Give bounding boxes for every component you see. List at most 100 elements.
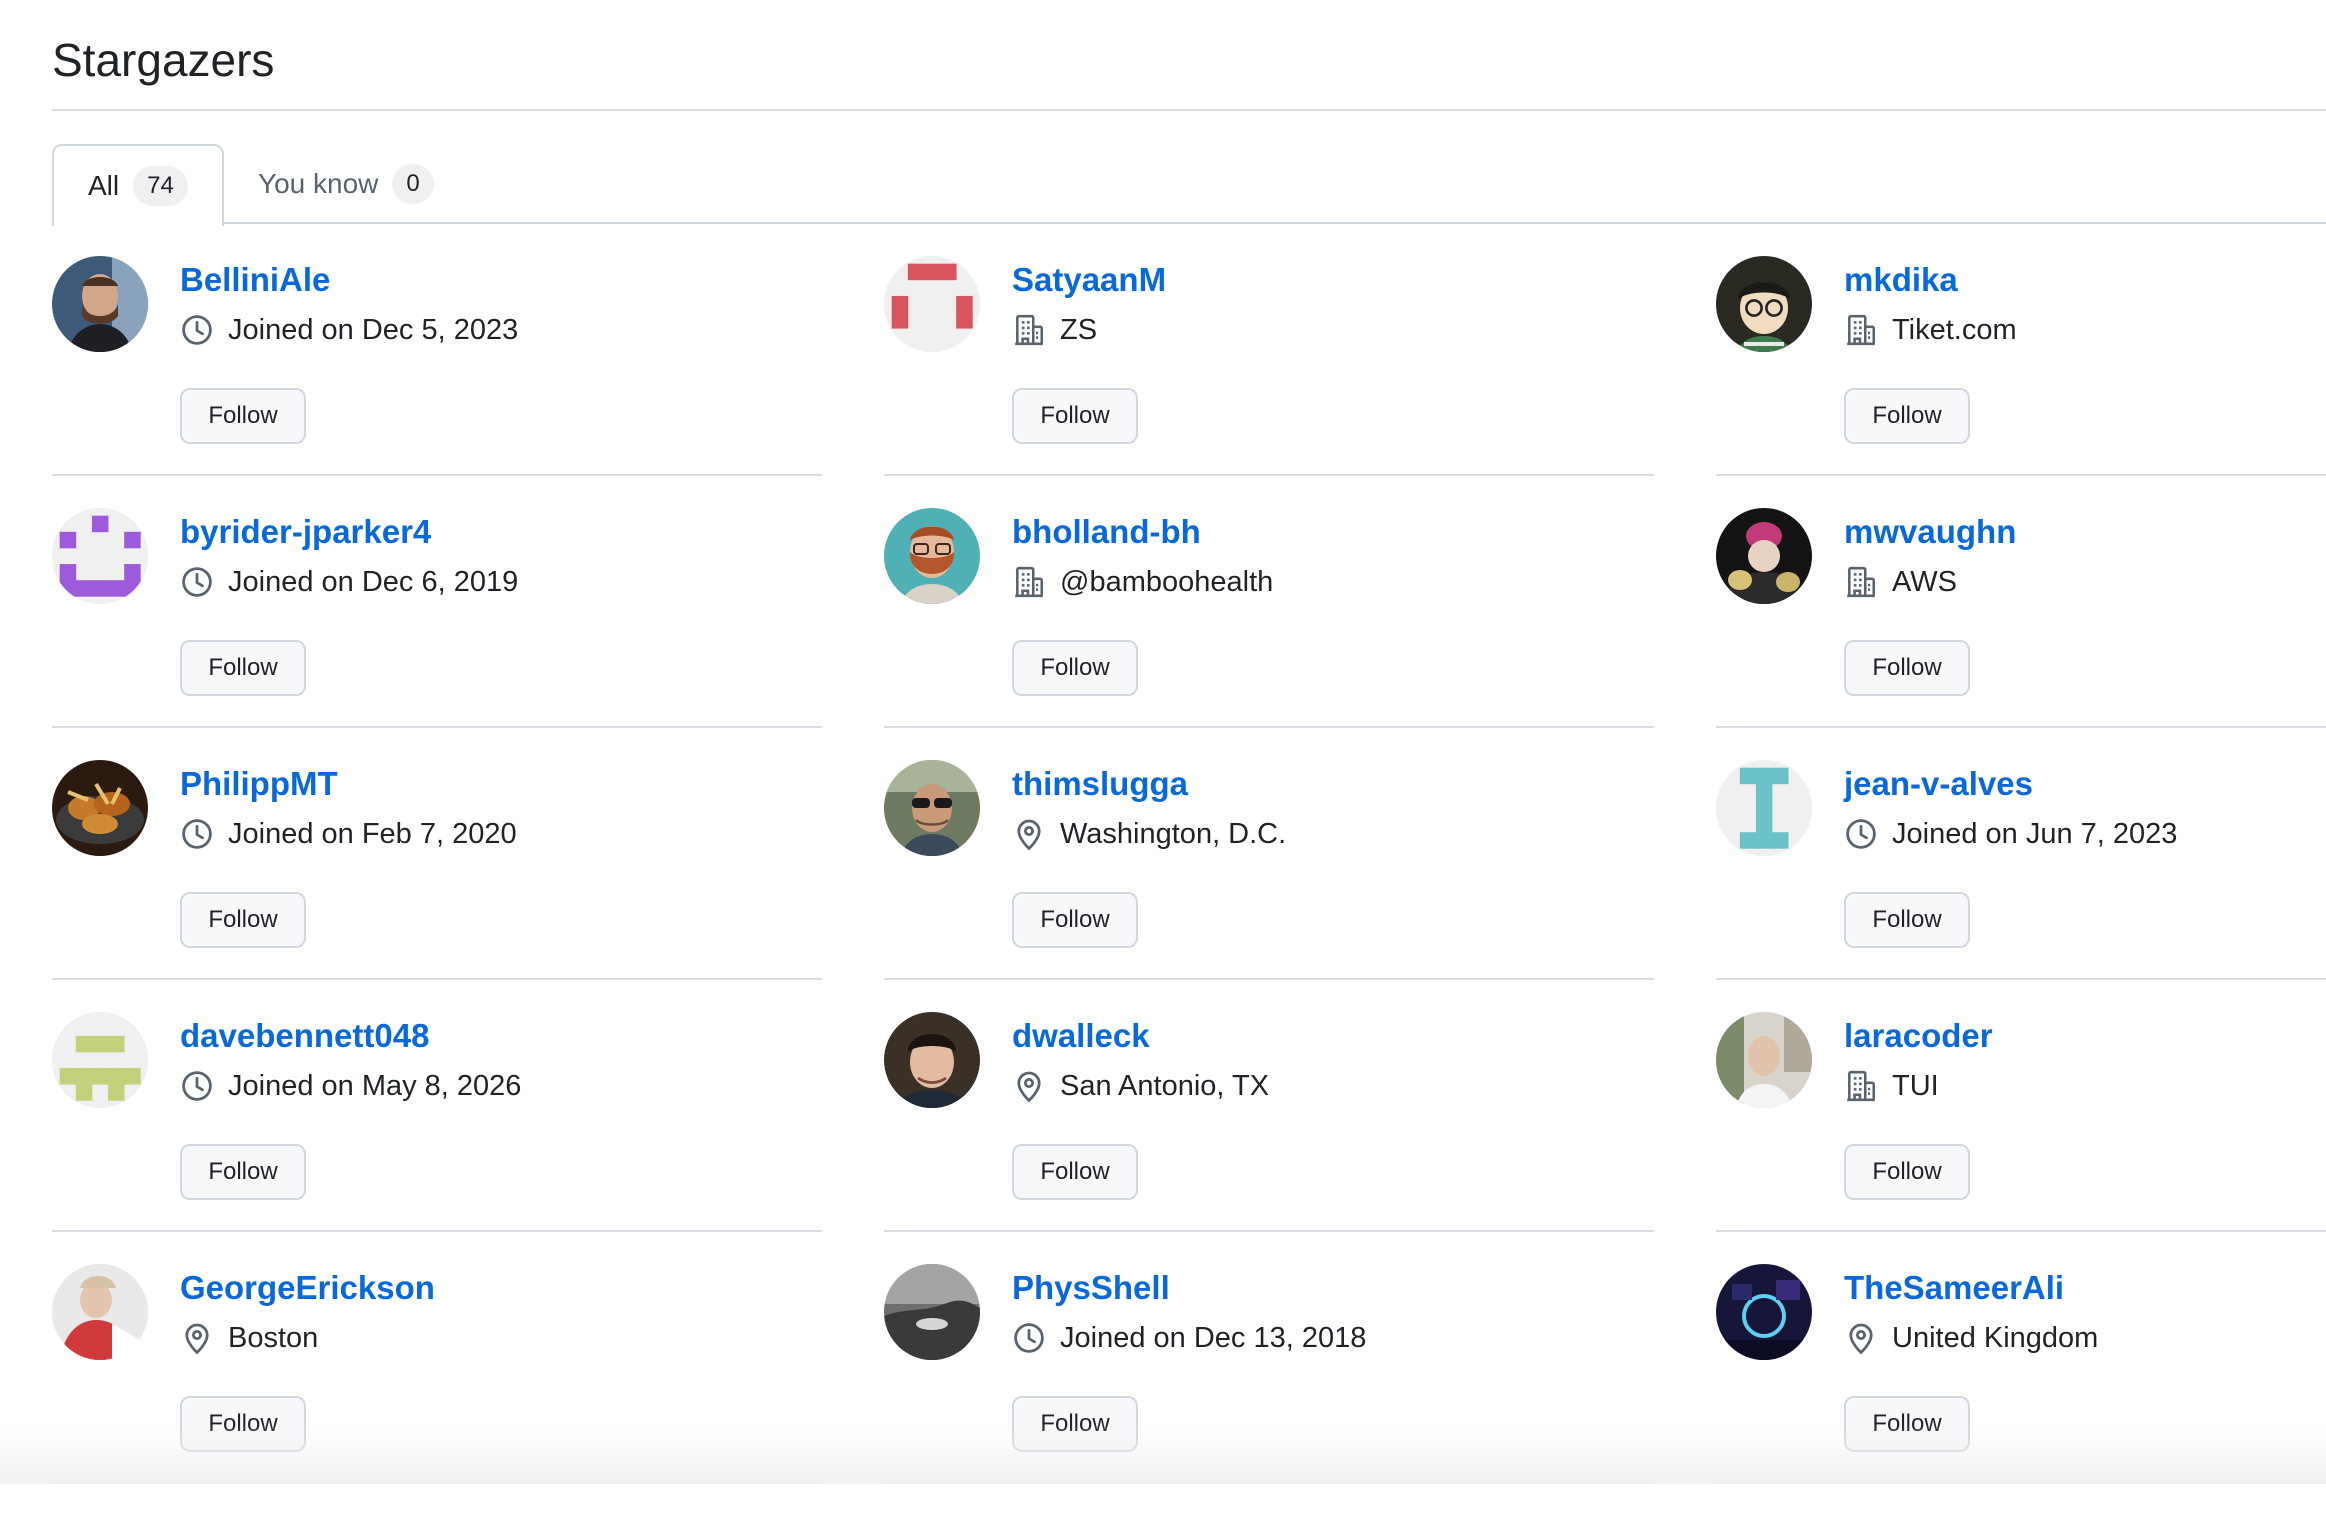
clock-icon xyxy=(180,313,214,347)
clock-icon xyxy=(1844,817,1878,851)
user-login-link[interactable]: dwalleck xyxy=(1012,1014,1150,1058)
follow-button[interactable]: Follow xyxy=(1844,1396,1970,1452)
user-meta-text: Boston xyxy=(228,1321,319,1354)
follow-button[interactable]: Follow xyxy=(180,892,306,948)
user-login-link[interactable]: TheSameerAli xyxy=(1844,1266,2064,1310)
card-divider xyxy=(884,474,1654,476)
user-meta: Tiket.com xyxy=(1844,310,2017,350)
avatar[interactable] xyxy=(1716,508,1812,604)
follow-button[interactable]: Follow xyxy=(1844,640,1970,696)
stargazer-card: mkdika Tiket.com Follow xyxy=(1716,256,2326,508)
user-meta: ZS xyxy=(1012,310,1097,350)
stargazer-card: PhysShell Joined on Dec 13, 2018 Follow xyxy=(884,1264,1654,1516)
follow-button[interactable]: Follow xyxy=(1012,388,1138,444)
user-login-link[interactable]: BelliniAle xyxy=(180,258,330,302)
card-divider xyxy=(52,726,822,728)
user-meta: Joined on Dec 6, 2019 xyxy=(180,562,518,602)
follow-button[interactable]: Follow xyxy=(180,1396,306,1452)
user-login-link[interactable]: mwvaughn xyxy=(1844,510,2016,554)
avatar[interactable] xyxy=(884,760,980,856)
location-icon xyxy=(1844,1321,1878,1355)
user-meta-text: @bamboohealth xyxy=(1060,565,1274,598)
follow-button[interactable]: Follow xyxy=(1012,1144,1138,1200)
follow-button[interactable]: Follow xyxy=(180,1144,306,1200)
card-divider xyxy=(884,726,1654,728)
user-login-link[interactable]: byrider-jparker4 xyxy=(180,510,431,554)
avatar[interactable] xyxy=(52,1264,148,1360)
user-login-link[interactable]: GeorgeErickson xyxy=(180,1266,435,1310)
stargazer-card: byrider-jparker4 Joined on Dec 6, 2019 Fol… xyxy=(52,508,822,760)
card-divider xyxy=(52,1230,822,1232)
clock-icon xyxy=(180,1069,214,1103)
card-divider xyxy=(1716,726,2326,728)
card-divider xyxy=(884,978,1654,980)
follow-button[interactable]: Follow xyxy=(1012,1396,1138,1452)
stargazer-card: PhilippMT Joined on Feb 7, 2020 Follow xyxy=(52,760,822,1012)
user-meta-text: Joined on Dec 6, 2019 xyxy=(228,565,519,598)
user-meta: Joined on Dec 5, 2023 xyxy=(180,310,518,350)
stargazer-card: BelliniAle Joined on Dec 5, 2023 Follow xyxy=(52,256,822,508)
user-login-link[interactable]: jean-v-alves xyxy=(1844,762,2033,806)
organization-icon xyxy=(1844,565,1878,599)
organization-icon xyxy=(1844,313,1878,347)
stargazer-card: GeorgeErickson Boston Follow xyxy=(52,1264,822,1516)
follow-button[interactable]: Follow xyxy=(1844,892,1970,948)
avatar[interactable] xyxy=(884,1264,980,1360)
user-meta-text: Joined on Dec 13, 2018 xyxy=(1060,1321,1367,1354)
user-meta: Joined on May 8, 2026 xyxy=(180,1066,521,1106)
stargazer-card: davebennett048 Joined on May 8, 2026 Follo… xyxy=(52,1012,822,1264)
user-login-link[interactable]: laracoder xyxy=(1844,1014,1993,1058)
user-meta-text: United Kingdom xyxy=(1892,1321,2099,1354)
user-login-link[interactable]: thimslugga xyxy=(1012,762,1188,806)
user-login-link[interactable]: bholland-bh xyxy=(1012,510,1201,554)
follow-button[interactable]: Follow xyxy=(1012,892,1138,948)
user-meta-text: TUI xyxy=(1892,1069,1939,1102)
avatar[interactable] xyxy=(52,760,148,856)
stargazer-card: mwvaughn AWS Follow xyxy=(1716,508,2326,760)
user-meta-text: Tiket.com xyxy=(1892,313,2017,346)
user-meta: United Kingdom xyxy=(1844,1318,2098,1358)
follow-button[interactable]: Follow xyxy=(1844,1144,1970,1200)
user-meta: San Antonio, TX xyxy=(1012,1066,1269,1106)
follow-button[interactable]: Follow xyxy=(180,640,306,696)
follow-button[interactable]: Follow xyxy=(1844,388,1970,444)
avatar[interactable] xyxy=(1716,1264,1812,1360)
user-meta-text: AWS xyxy=(1892,565,1957,598)
location-icon xyxy=(180,1321,214,1355)
follow-button[interactable]: Follow xyxy=(1012,640,1138,696)
card-divider xyxy=(52,474,822,476)
avatar[interactable] xyxy=(884,1012,980,1108)
user-login-link[interactable]: PhysShell xyxy=(1012,1266,1170,1310)
tab-all-label: All xyxy=(88,170,120,201)
user-meta: Joined on Feb 7, 2020 xyxy=(180,814,517,854)
stargazer-card: laracoder TUI Follow xyxy=(1716,1012,2326,1264)
avatar[interactable] xyxy=(52,256,148,352)
user-meta: @bamboohealth xyxy=(1012,562,1273,602)
user-meta-text: Joined on Feb 7, 2020 xyxy=(228,817,517,850)
card-divider xyxy=(1716,978,2326,980)
card-divider xyxy=(884,1230,1654,1232)
avatar[interactable] xyxy=(884,508,980,604)
user-meta: TUI xyxy=(1844,1066,1939,1106)
avatar[interactable] xyxy=(1716,760,1812,856)
avatar[interactable] xyxy=(52,508,148,604)
avatar[interactable] xyxy=(52,1012,148,1108)
avatar[interactable] xyxy=(1716,1012,1812,1108)
user-login-link[interactable]: PhilippMT xyxy=(180,762,338,806)
avatar[interactable] xyxy=(884,256,980,352)
follow-button[interactable]: Follow xyxy=(180,388,306,444)
tab-all-counter: 74 xyxy=(133,166,188,206)
user-login-link[interactable]: SatyaanM xyxy=(1012,258,1166,302)
avatar[interactable] xyxy=(1716,256,1812,352)
tab-all[interactable]: All 74 xyxy=(52,144,224,226)
clock-icon xyxy=(180,565,214,599)
user-meta: Boston xyxy=(180,1318,318,1358)
card-divider xyxy=(52,978,822,980)
user-meta: Washington, D.C. xyxy=(1012,814,1286,854)
stargazer-card: thimslugga Washington, D.C. Follow xyxy=(884,760,1654,1012)
location-icon xyxy=(1012,817,1046,851)
user-meta: AWS xyxy=(1844,562,1957,602)
user-login-link[interactable]: mkdika xyxy=(1844,258,1958,302)
user-login-link[interactable]: davebennett048 xyxy=(180,1014,429,1058)
stargazer-card: bholland-bh @bamboohealth Follow xyxy=(884,508,1654,760)
